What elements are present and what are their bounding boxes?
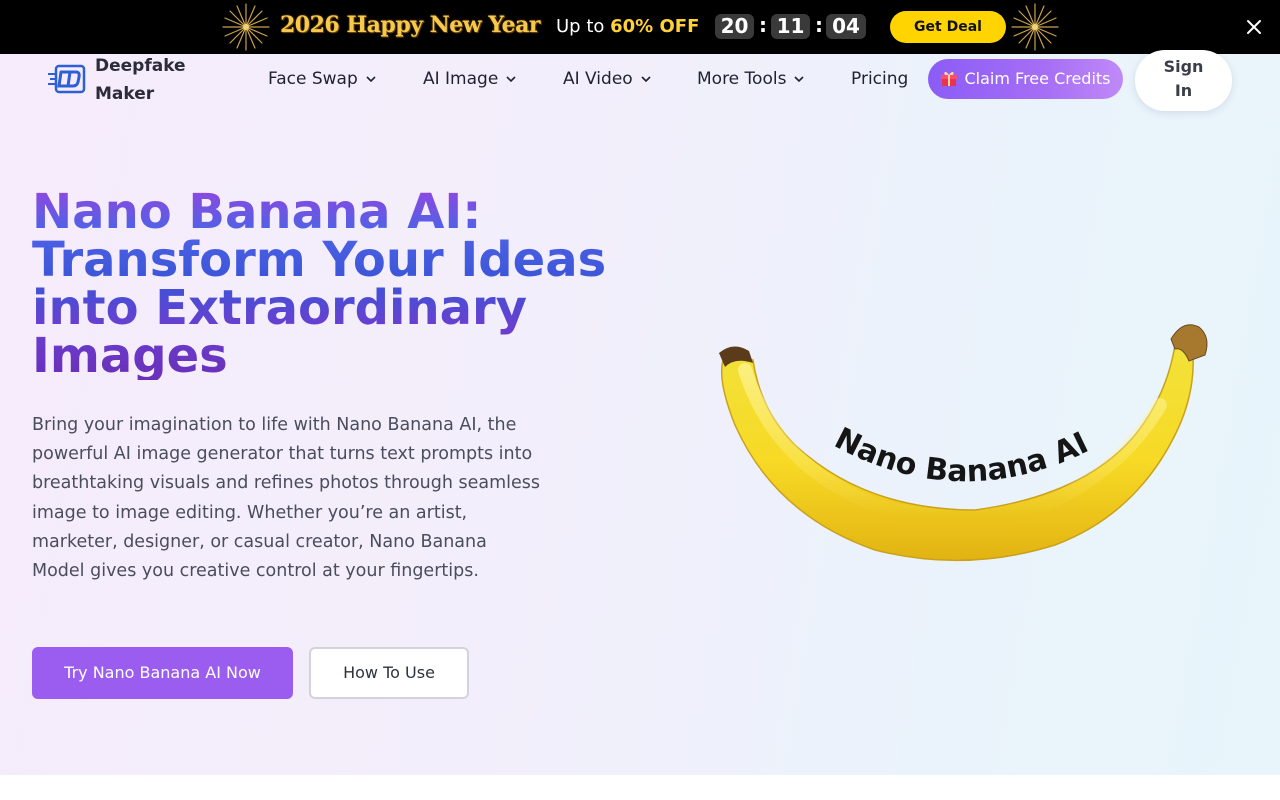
countdown-hours: 20 [715,14,754,39]
offer-prefix: Up to [556,16,611,37]
promo-title: 2026 Happy New Year [280,12,540,38]
get-deal-button[interactable]: Get Deal [890,11,1006,43]
nav-more-tools[interactable]: More Tools [697,66,805,92]
banana-caption: Nano Banana AI [829,421,1094,490]
nav-ai-video[interactable]: AI Video [563,66,651,92]
nav-ai-image[interactable]: AI Image [423,66,516,92]
promo-banner: 2026 Happy New Year Up to 60% OFF 20 : 1… [0,0,1280,54]
chevron-down-icon [506,76,516,83]
nav-label: AI Video [563,69,633,89]
firework-icon [1011,3,1059,51]
hero-description: Bring your imagination to life with Nano… [32,415,541,582]
nav-label: Face Swap [268,69,358,89]
countdown-separator: : [759,13,767,37]
hero-banana-image: Nano Banana AI [719,324,1208,562]
claim-label: Claim Free Credits [964,69,1111,88]
nav-label: More Tools [697,69,787,89]
nav-pricing[interactable]: Pricing [851,66,908,92]
hero-title: Nano Banana AI: Transform Your Ideas int… [32,188,652,380]
countdown-separator: : [815,13,823,37]
chevron-down-icon [641,76,651,83]
promo-offer: Up to 60% OFF [556,16,699,37]
nav-face-swap[interactable]: Face Swap [268,66,376,92]
claim-free-credits-button[interactable]: Claim Free Credits [928,59,1123,99]
logo-text[interactable]: Deepfake Maker [95,52,205,108]
chevron-down-icon [366,76,376,83]
deepfake-maker-logo-icon[interactable] [48,64,86,94]
offer-percent: 60% OFF [610,16,700,37]
close-icon[interactable] [1244,17,1264,37]
sign-in-button[interactable]: Sign In [1135,50,1232,111]
chevron-down-icon [794,76,805,83]
firework-icon [222,3,270,51]
nav-label: Pricing [851,69,909,89]
countdown-minutes: 11 [771,14,810,39]
try-nano-banana-button[interactable]: Try Nano Banana AI Now [32,647,293,699]
how-to-use-button[interactable]: How To Use [309,647,469,699]
nav-label: AI Image [423,69,499,89]
gift-icon [941,71,958,86]
countdown-seconds: 04 [826,14,866,39]
section-divider [0,775,1280,800]
